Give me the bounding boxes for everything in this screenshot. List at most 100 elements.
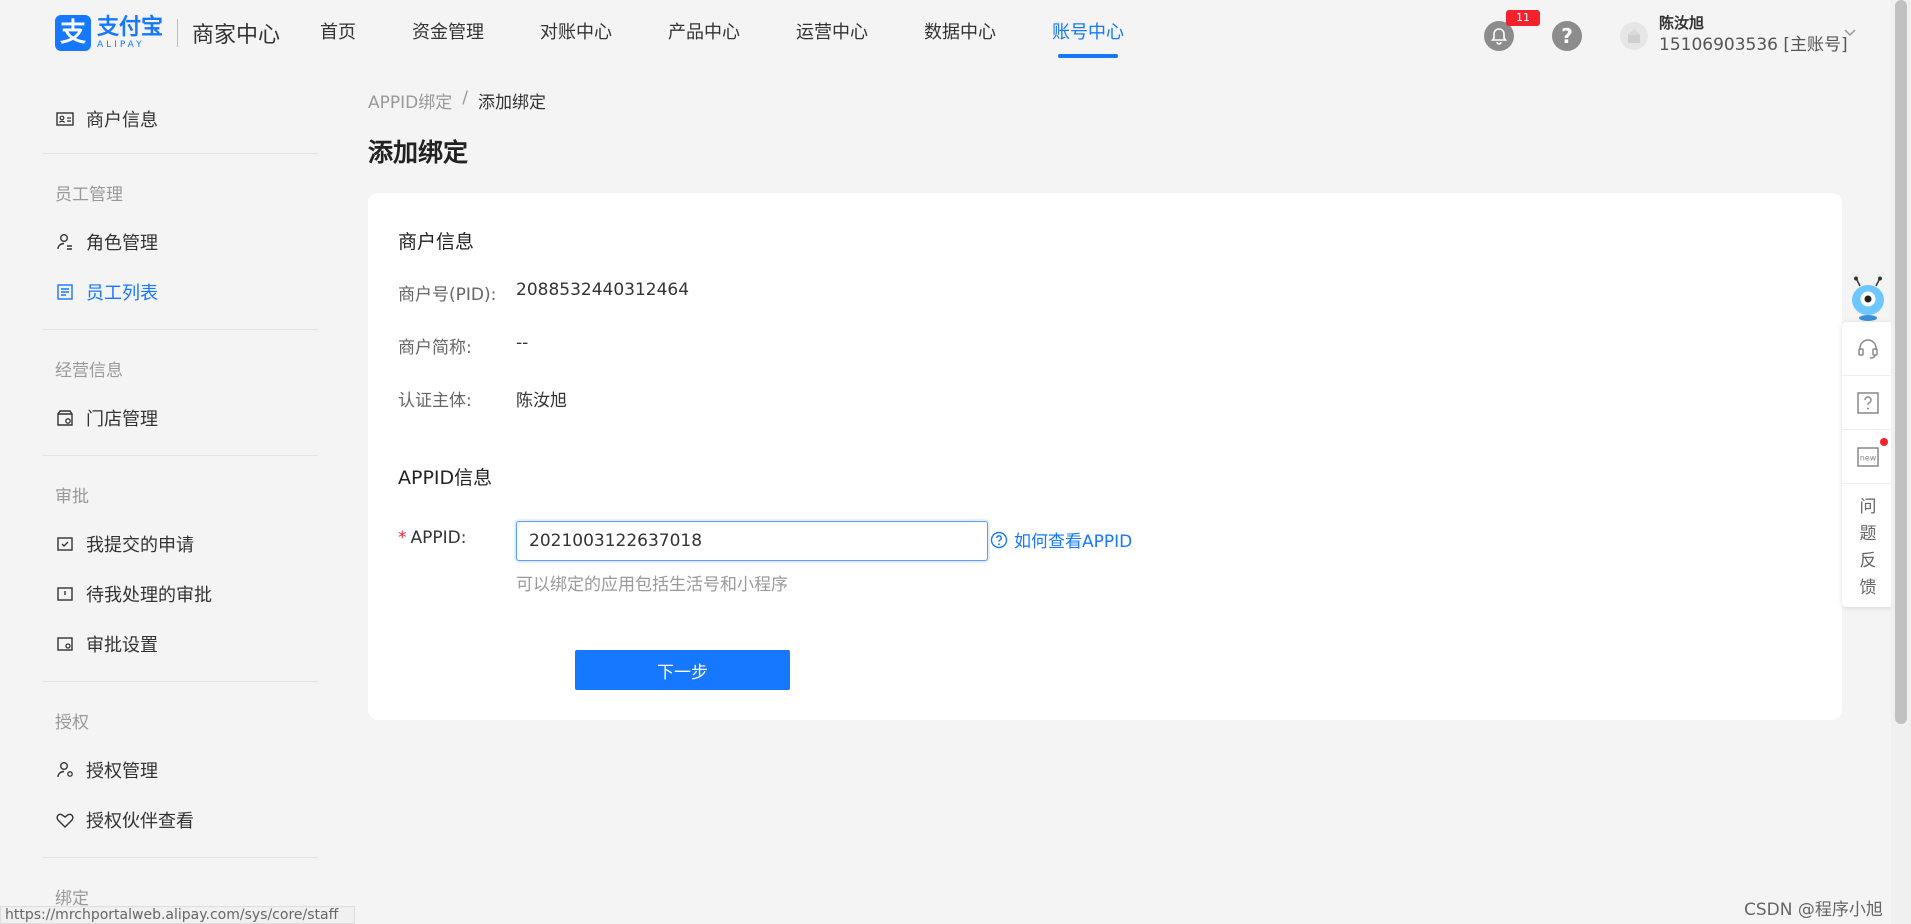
top-navigation-bar: 支 支付宝 ALIPAY 商家中心 首页 资金管理 对账中心 产品中心 运营中心… [0,0,1891,68]
help-icon[interactable]: ? [1552,21,1582,51]
sidebar: 商户信息 员工管理 角色管理 员工列表 经营信息 门店管理 审批 我提交的申请 … [0,68,330,924]
alipay-logo[interactable]: 支 支付宝 ALIPAY 商家中心 [55,14,280,52]
logo-cn-text: 支付宝 [97,14,164,40]
csdn-watermark: CSDN @程序小旭 [1744,900,1883,920]
sidebar-divider [43,857,318,858]
sidebar-divider [43,329,318,330]
sidebar-item-label: 员工列表 [86,283,158,304]
sidebar-item-label: 授权伙伴查看 [86,811,194,832]
page-title: 添加绑定 [368,138,469,167]
main-nav: 首页 资金管理 对账中心 产品中心 运营中心 数据中心 账号中心 [320,0,1180,68]
headset-icon [1858,338,1878,359]
sidebar-group-business: 经营信息 [55,361,123,381]
store-icon [57,410,73,426]
sidebar-item-auth-management[interactable]: 授权管理 [55,755,158,785]
sidebar-item-label: 商户信息 [86,110,158,131]
floating-toolbar: new 问 题 反 馈 [1842,322,1894,607]
pid-label: 商户号(PID): [398,285,497,305]
appid-label: * APPID: [398,528,466,548]
sidebar-divider [43,153,318,154]
how-to-view-appid-link[interactable]: 如何查看APPID [990,527,1132,552]
logo-divider [177,19,179,47]
user-info[interactable]: 陈汝旭 15106903536 [主账号] [1659,14,1848,56]
sidebar-group-staff: 员工管理 [55,185,123,205]
heart-handshake-icon [56,813,74,828]
short-name-label: 商户简称: [398,338,472,358]
appid-hint: 可以绑定的应用包括生活号和小程序 [516,575,788,595]
breadcrumb: APPID绑定 / 添加绑定 [368,88,546,113]
sidebar-divider [43,455,318,456]
check-box-icon [57,537,73,551]
breadcrumb-separator: / [462,88,468,108]
sidebar-divider [43,681,318,682]
next-step-button[interactable]: 下一步 [575,650,790,690]
feedback-button[interactable]: 问 题 反 馈 [1842,494,1894,602]
user-role-icon [57,234,72,250]
pending-icon [57,587,73,601]
customer-service-button[interactable] [1842,322,1894,376]
sidebar-item-my-applications[interactable]: 我提交的申请 [55,529,194,559]
appid-label-text: APPID: [410,528,467,548]
sidebar-item-label: 门店管理 [86,409,158,430]
sidebar-item-staff-list[interactable]: 员工列表 [55,277,158,307]
portal-name: 商家中心 [192,23,281,48]
id-card-icon [56,112,74,126]
chevron-down-icon[interactable] [1842,24,1858,40]
feedback-char: 反 [1859,551,1877,571]
short-name-value: -- [516,333,529,353]
notification-count-badge: 11 [1506,10,1540,26]
scrollbar-thumb[interactable] [1895,0,1907,724]
nav-reconciliation[interactable]: 对账中心 [540,0,612,68]
help-center-button[interactable] [1842,376,1894,430]
nav-operations[interactable]: 运营中心 [796,0,868,68]
appid-section-title: APPID信息 [398,467,493,489]
nav-home[interactable]: 首页 [320,0,356,68]
sidebar-item-auth-partner-view[interactable]: 授权伙伴查看 [55,805,194,835]
breadcrumb-parent[interactable]: APPID绑定 [368,88,452,113]
sidebar-group-approval: 审批 [55,487,89,507]
new-indicator-dot [1880,438,1888,446]
feedback-char: 问 [1859,497,1877,517]
pid-value: 2088532440312464 [516,280,690,300]
logo-text: 支付宝 ALIPAY [97,14,164,50]
settings-box-icon [57,637,73,651]
nav-products[interactable]: 产品中心 [668,0,740,68]
nav-funds[interactable]: 资金管理 [412,0,484,68]
how-to-view-appid-text: 如何查看APPID [1014,532,1133,552]
subject-value: 陈汝旭 [516,391,567,411]
question-box-icon [1857,391,1879,414]
alipay-logo-icon: 支 [55,15,91,51]
bind-form-card: 商户信息 商户号(PID): 2088532440312464 商户简称: --… [368,193,1842,720]
user-name: 陈汝旭 [1659,14,1705,32]
sidebar-item-label: 我提交的申请 [86,535,194,556]
sidebar-item-pending-approvals[interactable]: 待我处理的审批 [55,579,212,609]
sidebar-item-store-management[interactable]: 门店管理 [55,403,158,433]
sidebar-item-approval-settings[interactable]: 审批设置 [55,629,158,659]
question-circle-icon [990,531,1008,548]
page-scrollbar[interactable] [1891,0,1911,924]
sidebar-item-label: 审批设置 [86,635,158,656]
sidebar-item-label: 角色管理 [86,233,158,254]
sidebar-item-merchant-info[interactable]: 商户信息 [55,104,158,134]
appid-input[interactable] [516,521,988,561]
sidebar-group-auth: 授权 [55,713,89,733]
required-mark: * [398,528,407,548]
status-bar-url: https://mrchportalweb.alipay.com/sys/cor… [0,906,355,924]
list-icon [57,284,73,300]
feedback-char: 题 [1859,524,1877,544]
nav-account[interactable]: 账号中心 [1052,0,1124,68]
new-label: new [1860,453,1877,462]
sidebar-item-role-management[interactable]: 角色管理 [55,227,158,257]
user-avatar[interactable] [1620,22,1648,50]
user-key-icon [57,762,73,778]
assistant-mascot-icon[interactable] [1848,276,1888,322]
sidebar-item-label: 待我处理的审批 [86,585,212,606]
logo-en-text: ALIPAY [97,39,145,50]
new-features-icon: new [1857,446,1879,467]
subject-label: 认证主体: [398,391,472,411]
sidebar-item-label: 授权管理 [86,761,158,782]
breadcrumb-current: 添加绑定 [477,93,546,113]
merchant-section-title: 商户信息 [398,231,475,253]
user-account: 15106903536 [主账号] [1659,34,1848,55]
nav-data[interactable]: 数据中心 [924,0,996,68]
